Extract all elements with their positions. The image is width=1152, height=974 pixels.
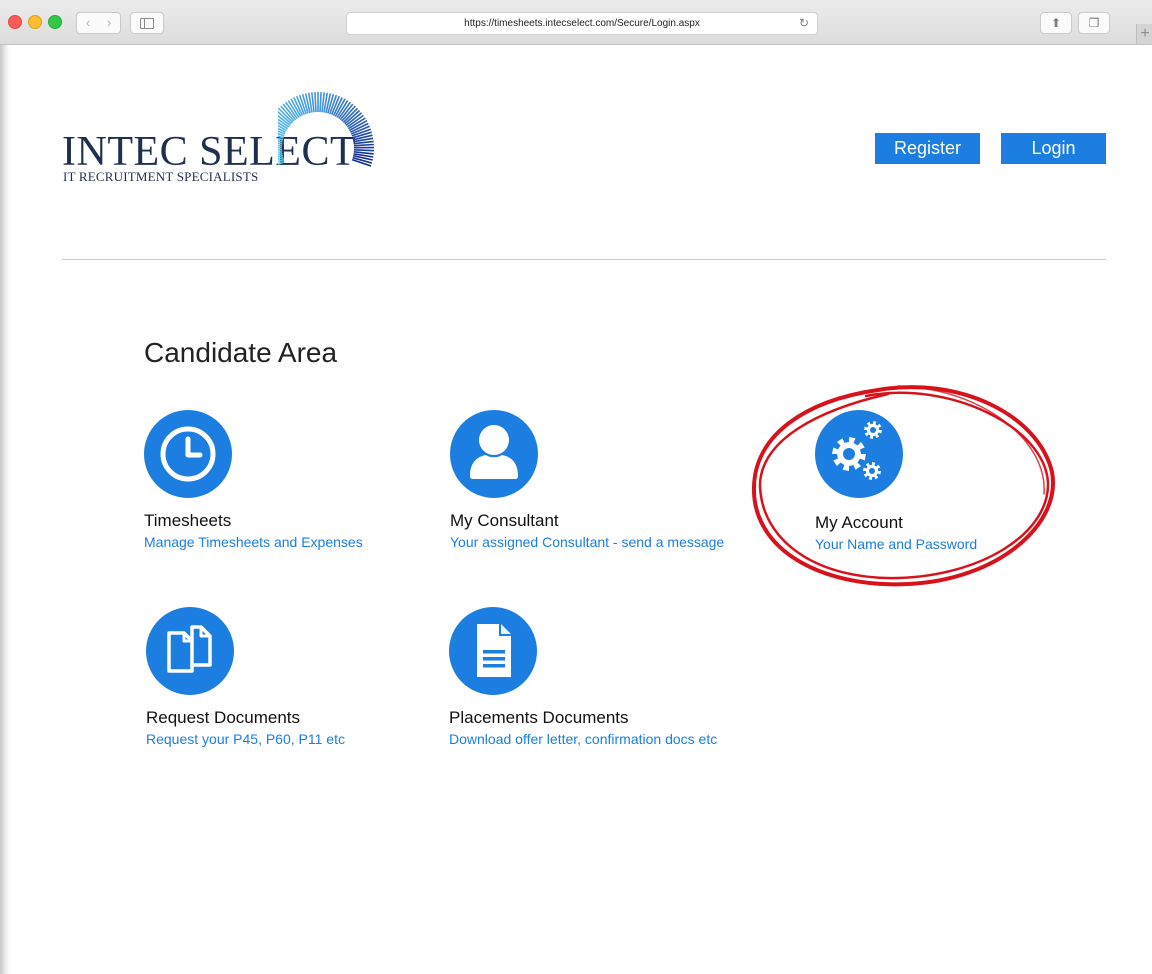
intec-select-logo[interactable]: INTEC SELECT IT RECRUITMENT SPECIALISTS <box>62 92 382 204</box>
gear-large <box>832 437 866 471</box>
new-tab-button[interactable]: + <box>1136 24 1152 44</box>
gear-hole <box>869 468 875 474</box>
tile-title: Timesheets <box>144 511 232 530</box>
gear-hole <box>870 427 876 433</box>
tile-title: Request Documents <box>146 708 301 727</box>
logo-arc-spoke <box>353 143 374 147</box>
consultant-circle[interactable] <box>450 410 538 498</box>
request-documents-circle[interactable] <box>146 607 234 695</box>
account-circle[interactable] <box>815 410 903 498</box>
annotation-circle <box>751 385 1056 587</box>
back-button[interactable]: ‹ <box>76 12 100 34</box>
logo-arc-spoke <box>278 160 285 166</box>
tile-title: My Consultant <box>450 511 559 530</box>
address-bar[interactable]: https://timesheets.intecselect.com/Secur… <box>346 12 818 35</box>
tile-subtitle-link[interactable]: Request your P45, P60, P11 etc <box>146 731 345 748</box>
close-window-button[interactable] <box>8 15 22 29</box>
person-icon <box>470 425 518 479</box>
tile-subtitle-link[interactable]: Your Name and Password <box>815 536 977 553</box>
zoom-window-button[interactable] <box>48 15 62 29</box>
show-tabs-button[interactable]: ❐ <box>1078 12 1110 34</box>
logo-arc-spoke <box>278 149 283 151</box>
tabs-icon: ❐ <box>1088 16 1100 30</box>
tile-title: Placements Documents <box>449 708 629 727</box>
sidebar-toggle-button[interactable] <box>130 12 164 34</box>
logo-arc-icon <box>278 92 375 167</box>
logo-arc-spoke <box>353 149 374 152</box>
gears-icon <box>832 421 882 480</box>
tile-subtitle-link[interactable]: Download offer letter, confirmation docs… <box>449 731 717 748</box>
sidebar-icon <box>140 18 154 29</box>
gear-hole <box>843 448 855 460</box>
placements-documents-circle[interactable] <box>449 607 537 695</box>
chevron-left-icon: ‹ <box>85 15 91 30</box>
page-title: Candidate Area <box>144 337 338 368</box>
share-icon: ⬆ <box>1050 16 1062 30</box>
chevron-right-icon: › <box>106 15 112 30</box>
timesheets-circle[interactable] <box>144 410 232 498</box>
logo-arc-spoke <box>278 144 283 147</box>
gear-small-top <box>864 421 882 439</box>
window-edge-shadow <box>0 44 10 974</box>
share-button[interactable]: ⬆ <box>1040 12 1072 34</box>
minimize-window-button[interactable] <box>28 15 42 29</box>
logo-tagline: IT RECRUITMENT SPECIALISTS <box>63 169 259 184</box>
plus-icon: + <box>1140 25 1150 42</box>
tile-subtitle-link[interactable]: Manage Timesheets and Expenses <box>144 534 363 551</box>
browser-toolbar: ‹ › https://timesheets.intecselect.com/S… <box>0 0 1152 45</box>
register-button[interactable]: Register <box>875 133 980 164</box>
gear-small-bottom <box>863 462 881 480</box>
logo-arc-spoke <box>314 92 317 113</box>
forward-button[interactable]: › <box>98 12 121 34</box>
reload-icon[interactable]: ↻ <box>799 13 809 34</box>
clock-icon <box>160 426 216 482</box>
login-button[interactable]: Login <box>1001 133 1106 164</box>
tile-subtitle-link[interactable]: Your assigned Consultant - send a messag… <box>450 534 724 551</box>
logo-arc-spoke <box>319 92 322 113</box>
url-text: https://timesheets.intecselect.com/Secur… <box>464 18 700 29</box>
tile-title: My Account <box>815 513 903 532</box>
document-icon <box>477 624 511 677</box>
header-divider <box>62 259 1106 260</box>
documents-icon <box>167 625 212 673</box>
